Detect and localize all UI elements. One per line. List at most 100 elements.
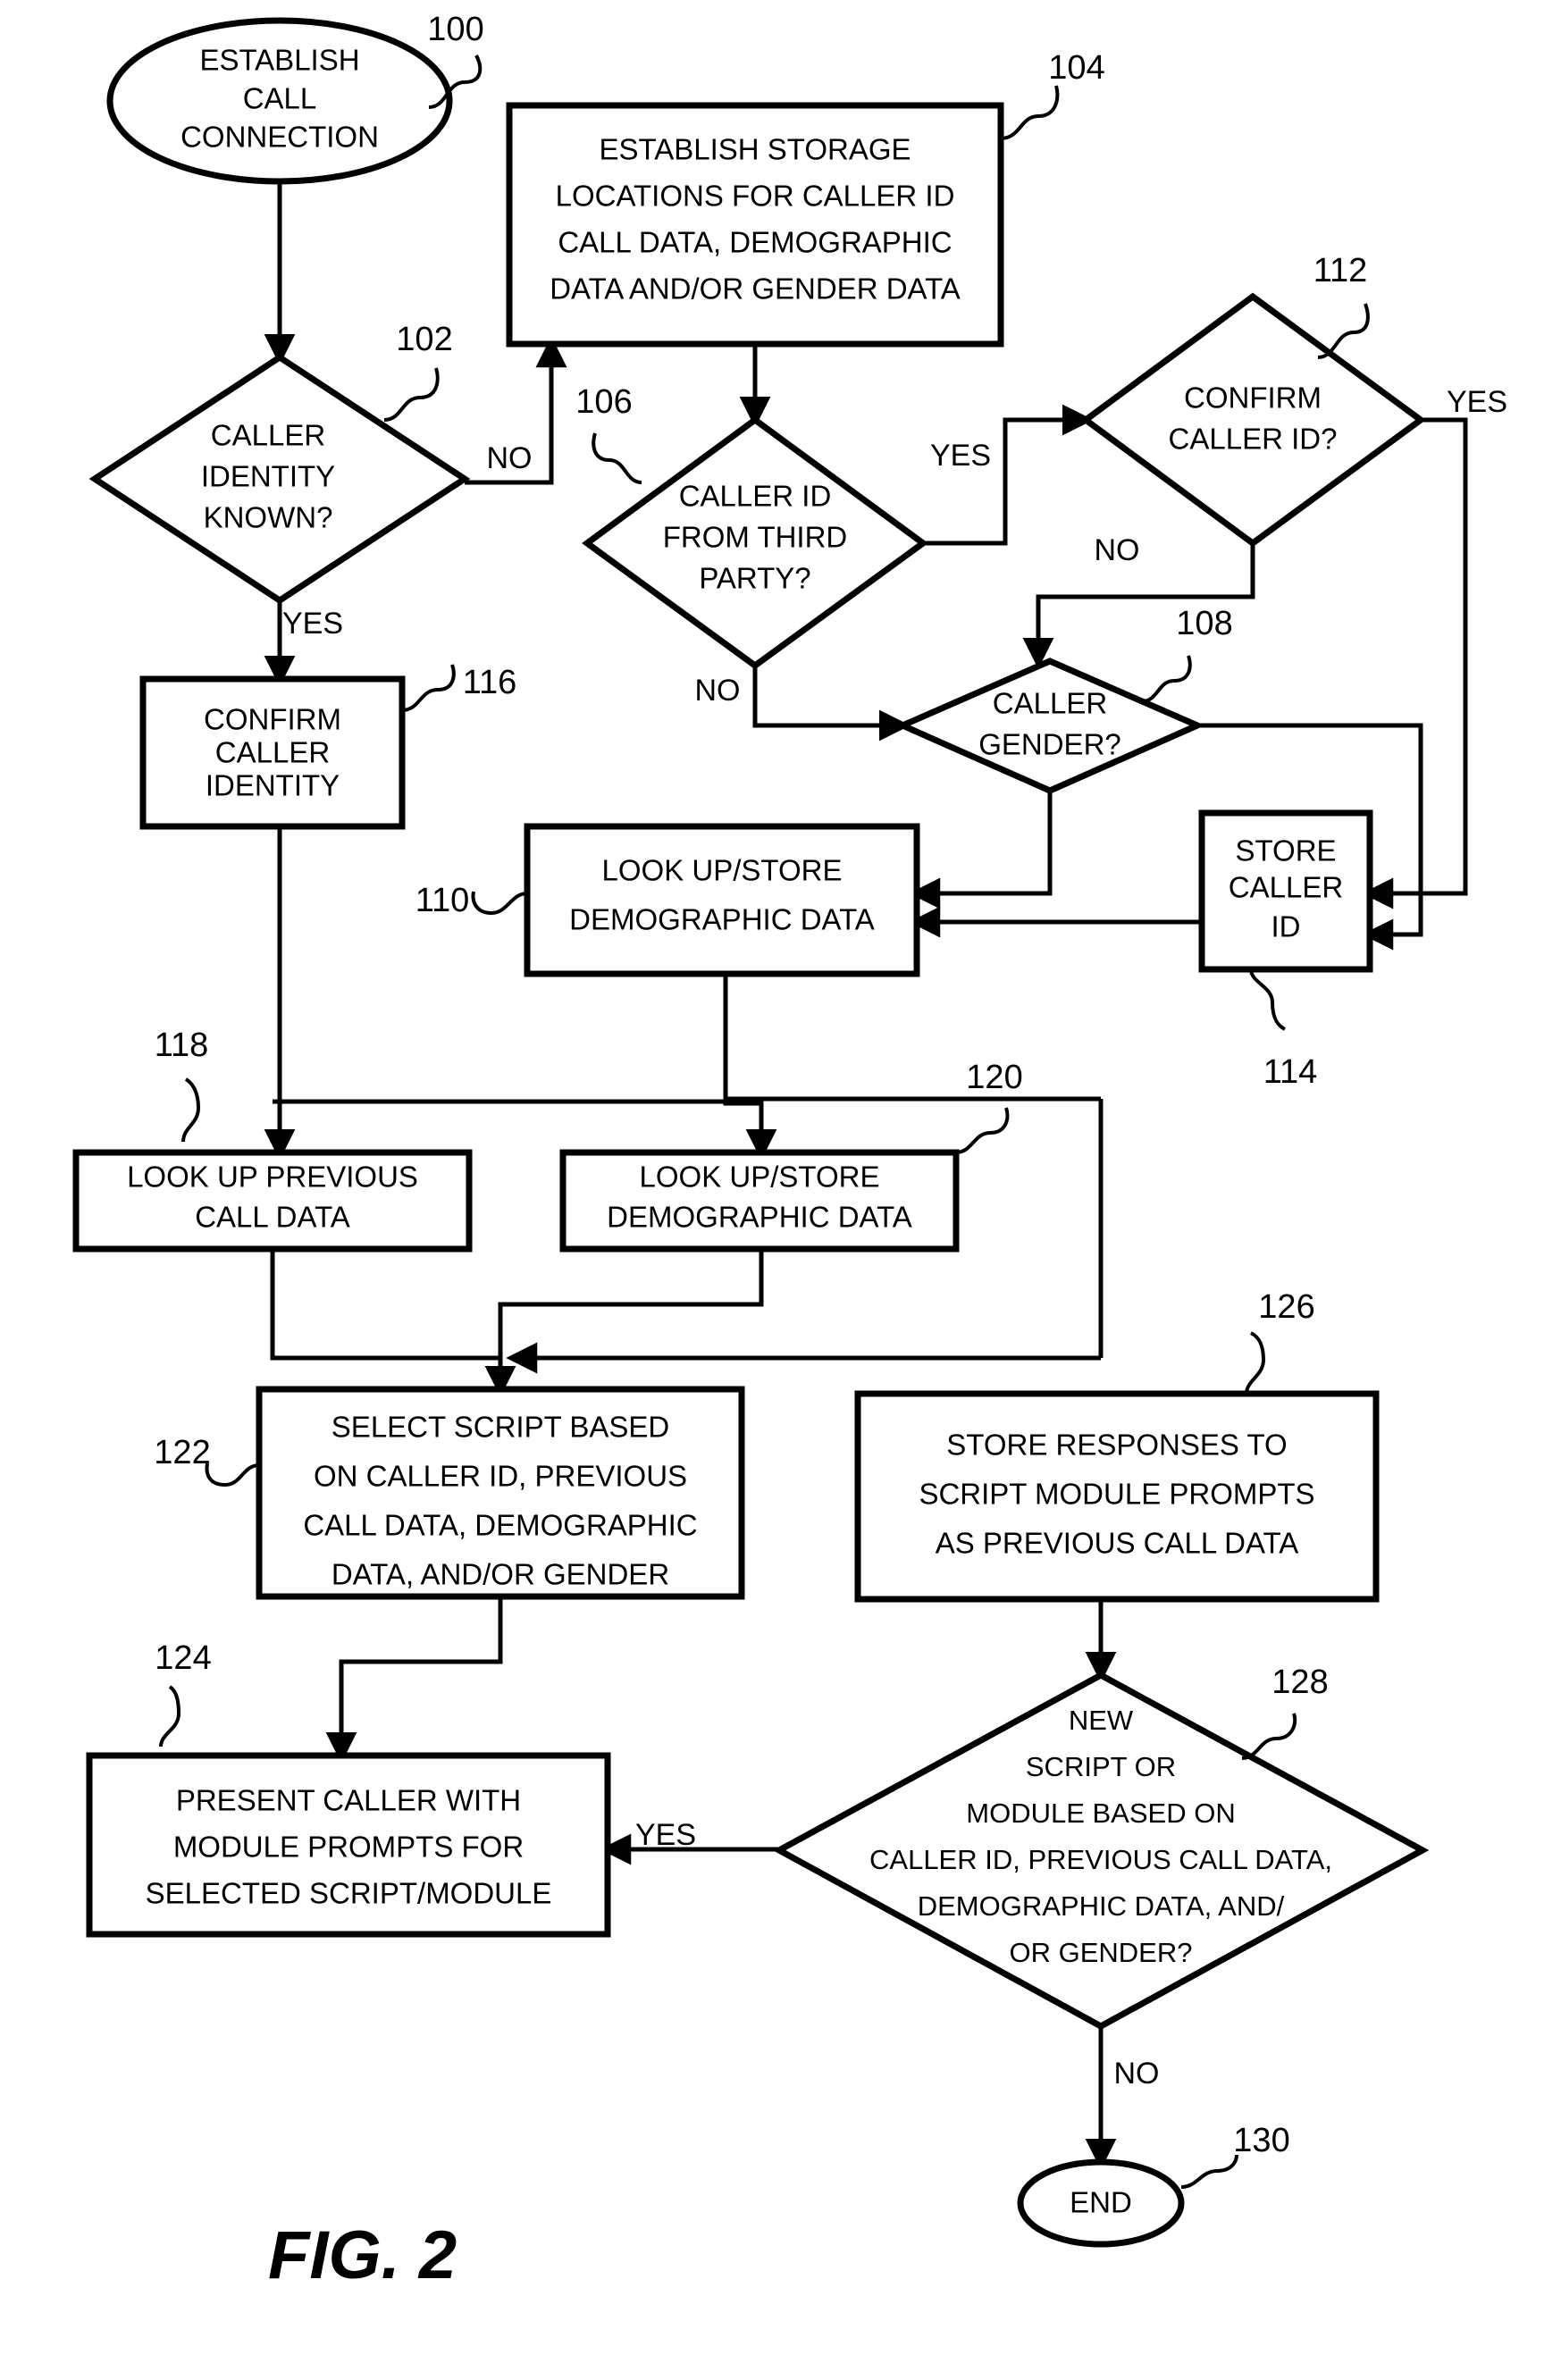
- edge-122-to-124: [325, 1596, 503, 1764]
- node-118-line-1: CALL DATA: [195, 1201, 350, 1234]
- node-118-line-0: LOOK UP PREVIOUS: [127, 1161, 418, 1194]
- node-108-line-1: GENDER?: [978, 728, 1121, 761]
- node-store-caller-id[interactable]: STORE CALLER ID: [1198, 809, 1373, 973]
- node-caller-id-from-third-party[interactable]: CALLER ID FROM THIRD PARTY?: [582, 415, 928, 670]
- node-122-line-0: SELECT SCRIPT BASED: [332, 1411, 669, 1444]
- node-100-line-0: ESTABLISH: [199, 44, 359, 77]
- leader-116: [401, 664, 456, 712]
- node-select-script[interactable]: SELECT SCRIPT BASED ON CALLER ID, PREVIO…: [256, 1386, 745, 1600]
- node-128-line-5: OR GENDER?: [1010, 1937, 1193, 1968]
- node-100-line-1: CALL: [243, 82, 317, 115]
- edge-112-no-to-108: [1022, 543, 1255, 669]
- node-126-line-0: STORE RESPONSES TO: [946, 1429, 1287, 1462]
- node-116-line-2: IDENTITY: [206, 769, 340, 802]
- flowchart-svg: ESTABLISH CALL CONNECTION ESTABLISH STOR…: [72, 11, 1507, 2293]
- node-end[interactable]: END: [1017, 2158, 1185, 2248]
- node-104-line-1: LOCATIONS FOR CALLER ID: [556, 180, 955, 213]
- node-116-line-0: CONFIRM: [204, 703, 341, 736]
- edge-label-112-no: NO: [1095, 533, 1140, 567]
- leader-128: [1241, 1713, 1297, 1760]
- leader-104: [1000, 85, 1060, 140]
- ref-116: 116: [463, 664, 517, 701]
- edge-106-no-to-108: [752, 666, 911, 742]
- leader-108: [1141, 655, 1192, 703]
- leader-102: [383, 367, 440, 422]
- node-114-line-2: ID: [1271, 910, 1301, 943]
- node-store-responses[interactable]: STORE RESPONSES TO SCRIPT MODULE PROMPTS…: [854, 1390, 1380, 1603]
- leader-114: [1249, 968, 1286, 1031]
- edge-118-to-merge: [270, 1249, 500, 1361]
- ref-114: 114: [1263, 1053, 1318, 1091]
- edge-120-to-122: [484, 1249, 764, 1397]
- node-128-line-0: NEW: [1069, 1705, 1134, 1736]
- node-124-line-2: SELECTED SCRIPT/MODULE: [146, 1877, 552, 1910]
- node-120-line-0: LOOK UP/STORE: [640, 1161, 880, 1194]
- ref-110: 110: [415, 882, 470, 919]
- ref-106: 106: [575, 383, 632, 421]
- node-122-line-1: ON CALLER ID, PREVIOUS: [314, 1460, 687, 1493]
- node-114-line-0: STORE: [1235, 834, 1336, 867]
- node-128-line-4: DEMOGRAPHIC DATA, AND/: [918, 1890, 1285, 1922]
- leader-120: [955, 1107, 1010, 1154]
- node-confirm-caller-id-decision[interactable]: CONFIRM CALLER ID?: [1080, 292, 1426, 548]
- node-110-line-1: DEMOGRAPHIC DATA: [569, 903, 875, 936]
- ref-112: 112: [1313, 252, 1368, 289]
- ref-124: 124: [155, 1639, 211, 1677]
- node-110-line-0: LOOK UP/STORE: [602, 854, 843, 887]
- node-104-line-3: DATA AND/OR GENDER DATA: [550, 272, 961, 306]
- patent-figure-page: ESTABLISH CALL CONNECTION ESTABLISH STOR…: [0, 0, 1561, 2380]
- node-126-line-1: SCRIPT MODULE PROMPTS: [919, 1478, 1314, 1511]
- node-lookup-previous-call-data[interactable]: LOOK UP PREVIOUS CALL DATA: [72, 1149, 473, 1253]
- ref-128: 128: [1271, 1663, 1328, 1701]
- leader-106: [592, 432, 642, 484]
- node-124-line-1: MODULE PROMPTS FOR: [173, 1831, 524, 1864]
- node-present-caller-prompts[interactable]: PRESENT CALLER WITH MODULE PROMPTS FOR S…: [86, 1752, 611, 1938]
- edge-label-106-no: NO: [695, 674, 741, 708]
- leader-122: [205, 1462, 260, 1488]
- node-106-line-2: PARTY?: [699, 562, 810, 595]
- node-100-line-2: CONNECTION: [180, 121, 379, 154]
- node-establish-call-connection[interactable]: ESTABLISH CALL CONNECTION: [106, 17, 453, 185]
- node-104-line-2: CALL DATA, DEMOGRAPHIC: [558, 226, 952, 259]
- ref-108: 108: [1176, 605, 1232, 642]
- node-caller-identity-known[interactable]: CALLER IDENTITY KNOWN?: [88, 353, 471, 605]
- node-new-script-or-module[interactable]: NEW SCRIPT OR MODULE BASED ON CALLER ID,…: [772, 1672, 1430, 2030]
- leader-124: [159, 1685, 181, 1747]
- node-114-line-1: CALLER: [1229, 871, 1343, 904]
- node-112-line-0: CONFIRM: [1184, 381, 1322, 415]
- ref-122: 122: [154, 1434, 210, 1471]
- leader-118: [181, 1077, 201, 1143]
- node-106-line-1: FROM THIRD: [663, 521, 848, 554]
- node-116-line-1: CALLER: [215, 736, 330, 769]
- node-establish-storage-locations[interactable]: ESTABLISH STORAGE LOCATIONS FOR CALLER I…: [506, 102, 1004, 348]
- node-122-line-2: CALL DATA, DEMOGRAPHIC: [303, 1509, 697, 1542]
- node-102-line-0: CALLER: [211, 419, 325, 452]
- ref-130: 130: [1233, 2122, 1289, 2159]
- ref-100: 100: [427, 11, 483, 48]
- node-128-line-1: SCRIPT OR: [1026, 1751, 1176, 1782]
- node-lookup-store-demographic-data-110[interactable]: LOOK UP/STORE DEMOGRAPHIC DATA: [524, 823, 920, 977]
- node-120-line-1: DEMOGRAPHIC DATA: [607, 1201, 912, 1234]
- edge-label-128-yes: YES: [635, 1818, 696, 1852]
- leader-110: [471, 891, 528, 916]
- node-128-line-2: MODULE BASED ON: [966, 1798, 1235, 1829]
- node-130-label: END: [1070, 2186, 1132, 2219]
- node-122-line-3: DATA, AND/OR GENDER: [332, 1558, 669, 1591]
- node-106-line-0: CALLER ID: [679, 480, 832, 513]
- node-108-line-0: CALLER: [993, 687, 1107, 720]
- node-102-line-2: KNOWN?: [204, 501, 333, 534]
- edge-label-128-no: NO: [1114, 2057, 1160, 2091]
- ref-120: 120: [966, 1059, 1022, 1096]
- node-104-line-0: ESTABLISH STORAGE: [599, 133, 911, 166]
- node-lookup-store-demographic-data-120[interactable]: LOOK UP/STORE DEMOGRAPHIC DATA: [559, 1149, 960, 1253]
- leader-130: [1180, 2154, 1238, 2189]
- ref-118: 118: [155, 1027, 209, 1064]
- figure-label: FIG. 2: [268, 2217, 457, 2293]
- edge-label-102-no: NO: [487, 441, 533, 475]
- node-caller-gender[interactable]: CALLER GENDER?: [894, 658, 1205, 794]
- leader-126: [1245, 1331, 1266, 1395]
- edge-label-102-yes: YES: [282, 607, 343, 641]
- edge-108-to-110: [909, 791, 1053, 909]
- node-128-line-3: CALLER ID, PREVIOUS CALL DATA,: [869, 1844, 1332, 1875]
- node-confirm-caller-identity[interactable]: CONFIRM CALLER IDENTITY: [139, 675, 406, 830]
